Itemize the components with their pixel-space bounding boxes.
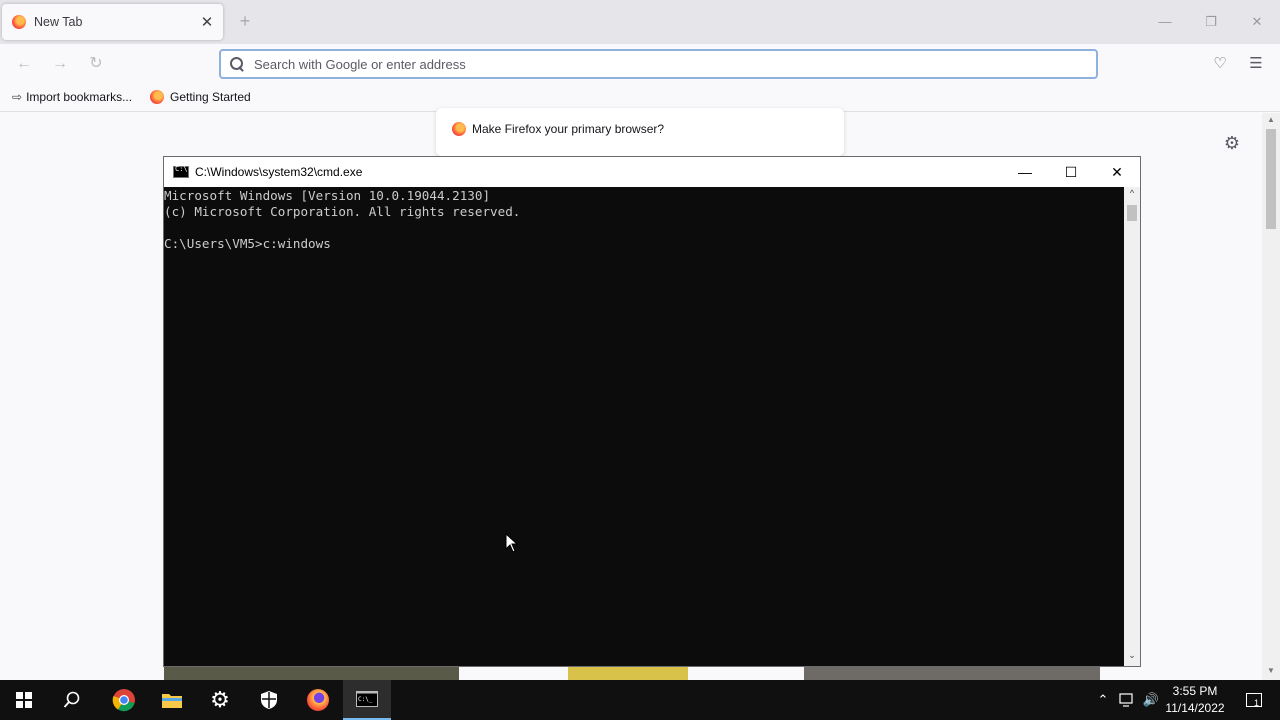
reload-icon[interactable]: ↻ <box>84 52 108 76</box>
cmd-maximize-button[interactable]: ☐ <box>1048 157 1094 187</box>
browser-nav-bar: ← → ↻ ♡ ☰ <box>0 44 1280 84</box>
gear-icon[interactable]: ⚙ <box>1222 133 1242 153</box>
firefox-icon <box>307 689 329 711</box>
network-icon[interactable] <box>1116 680 1138 720</box>
cmd-title-bar[interactable]: C:\Windows\system32\cmd.exe — ☐ ✕ <box>164 157 1140 187</box>
system-clock[interactable]: 3:55 PM 11/14/2022 <box>1160 683 1230 717</box>
volume-icon[interactable]: 🔊 <box>1140 680 1162 720</box>
firefox-favicon-icon <box>12 15 26 29</box>
taskbar: ⚙ C:\_ ⌃ 🔊 3:55 PM 11/14/2022 1 <box>0 680 1280 720</box>
console-line: Microsoft Windows [Version 10.0.19044.21… <box>164 188 491 203</box>
taskbar-file-explorer[interactable] <box>148 680 196 720</box>
firefox-icon <box>150 90 164 104</box>
bookmark-getting-started[interactable]: Getting Started <box>150 90 251 104</box>
scroll-thumb[interactable] <box>1127 205 1137 221</box>
firefox-icon <box>452 122 466 136</box>
browser-tab-bar: New Tab ✕ + — ❐ ✕ <box>0 0 1280 44</box>
scroll-thumb[interactable] <box>1266 129 1276 229</box>
cmd-close-button[interactable]: ✕ <box>1094 157 1140 187</box>
clock-date: 11/14/2022 <box>1165 701 1225 715</box>
import-icon: ⇨ <box>12 90 23 104</box>
new-tab-button[interactable]: + <box>234 10 256 32</box>
windows-security-icon <box>261 691 277 709</box>
browser-restore-button[interactable]: ❐ <box>1196 8 1226 36</box>
cmd-window[interactable]: C:\Windows\system32\cmd.exe — ☐ ✕ Micros… <box>163 156 1141 667</box>
cmd-window-title: C:\Windows\system32\cmd.exe <box>195 165 363 179</box>
tab-title: New Tab <box>34 15 83 29</box>
page-scrollbar[interactable]: ▲ ▼ <box>1262 113 1280 680</box>
taskbar-search-button[interactable] <box>48 680 96 720</box>
chrome-icon <box>112 689 135 712</box>
tab-close-icon[interactable]: ✕ <box>195 13 219 31</box>
file-explorer-icon <box>162 694 182 708</box>
search-icon <box>63 691 80 708</box>
taskbar-firefox[interactable] <box>294 680 342 720</box>
pocket-icon[interactable]: ♡ <box>1208 52 1232 76</box>
clock-time: 3:55 PM <box>1172 684 1218 698</box>
show-hidden-icons-chevron-icon[interactable]: ⌃ <box>1094 680 1112 720</box>
start-button[interactable] <box>0 680 48 720</box>
forward-arrow-icon[interactable]: → <box>48 52 72 76</box>
cmd-console-output[interactable]: Microsoft Windows [Version 10.0.19044.21… <box>164 187 1124 666</box>
taskbar-cmd[interactable]: C:\_ <box>343 680 391 720</box>
svg-text:C:\_: C:\_ <box>358 696 373 703</box>
cmd-icon: C:\_ <box>356 691 378 707</box>
back-arrow-icon[interactable]: ← <box>12 52 36 76</box>
default-browser-prompt[interactable]: Make Firefox your primary browser? <box>436 108 844 156</box>
bookmark-label: Getting Started <box>170 90 251 104</box>
bookmark-import[interactable]: ⇨ Import bookmarks... <box>12 90 132 104</box>
scroll-up-arrow-icon[interactable]: ▲ <box>1262 115 1280 124</box>
menu-icon[interactable]: ☰ <box>1244 52 1268 76</box>
scroll-down-arrow-icon[interactable]: ⌄ <box>1124 650 1140 661</box>
console-line: (c) Microsoft Corporation. All rights re… <box>164 204 521 219</box>
url-input[interactable] <box>254 56 1054 72</box>
tab-new-tab[interactable]: New Tab ✕ <box>2 4 223 40</box>
cmd-scrollbar[interactable]: ^ ⌄ <box>1124 187 1140 666</box>
cmd-minimize-button[interactable]: — <box>1002 157 1048 187</box>
cmd-icon <box>173 165 189 178</box>
notification-count-badge: 1 <box>1254 698 1260 708</box>
notification-center-button[interactable]: 1 <box>1234 680 1274 720</box>
search-icon <box>229 56 245 72</box>
top-site-thumbnail[interactable] <box>804 666 1100 680</box>
console-prompt-line: C:\Users\VM5>c:windows <box>164 236 331 251</box>
scroll-up-arrow-icon[interactable]: ^ <box>1124 188 1140 198</box>
address-bar[interactable] <box>219 49 1098 79</box>
settings-icon: ⚙ <box>210 687 230 712</box>
scroll-down-arrow-icon[interactable]: ▼ <box>1262 666 1280 675</box>
bookmark-label: Import bookmarks... <box>26 90 133 104</box>
browser-close-button[interactable]: ✕ <box>1242 8 1272 36</box>
prompt-text: Make Firefox your primary browser? <box>472 122 665 136</box>
start-icon <box>16 692 32 708</box>
mouse-cursor-icon <box>505 533 519 553</box>
top-site-thumbnail[interactable] <box>568 666 688 680</box>
taskbar-settings[interactable]: ⚙ <box>196 680 244 720</box>
top-site-thumbnail[interactable] <box>164 666 459 680</box>
browser-minimize-button[interactable]: — <box>1150 8 1180 36</box>
taskbar-windows-security[interactable] <box>245 680 293 720</box>
taskbar-chrome[interactable] <box>100 680 148 720</box>
